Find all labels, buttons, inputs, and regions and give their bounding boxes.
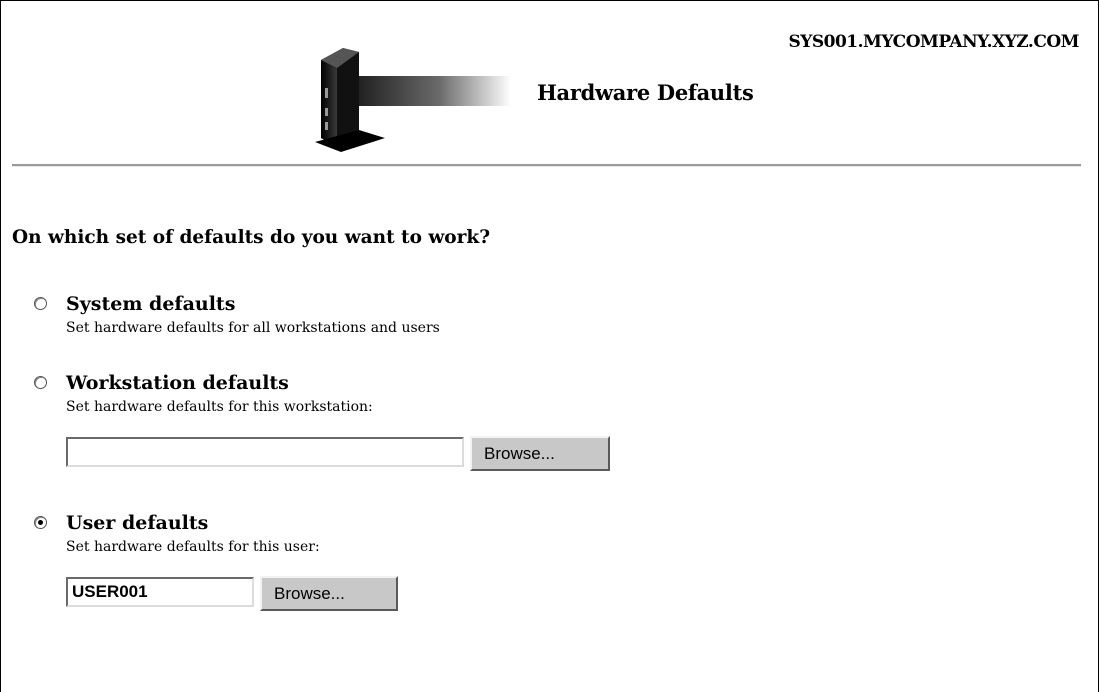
user-defaults-description: Set hardware defaults for this user: — [66, 539, 320, 555]
workstation-defaults-description: Set hardware defaults for this workstati… — [66, 399, 373, 415]
workstation-name-field[interactable] — [66, 437, 464, 467]
system-defaults-radio[interactable] — [34, 297, 47, 310]
user-browse-button[interactable]: Browse... — [260, 576, 398, 611]
system-defaults-label[interactable]: System defaults — [66, 293, 235, 315]
user-name-field[interactable] — [66, 577, 254, 607]
header-divider — [12, 164, 1081, 167]
user-defaults-label[interactable]: User defaults — [66, 512, 208, 534]
workstation-defaults-label[interactable]: Workstation defaults — [66, 372, 289, 394]
workstation-defaults-radio[interactable] — [34, 376, 47, 389]
workstation-tower-icon — [315, 48, 511, 152]
defaults-question: On which set of defaults do you want to … — [12, 227, 491, 248]
server-hostname: SYS001.MYCOMPANY.XYZ.COM — [788, 32, 1079, 52]
user-defaults-radio[interactable] — [34, 516, 47, 529]
page-title: Hardware Defaults — [537, 80, 754, 105]
workstation-browse-button[interactable]: Browse... — [470, 436, 610, 471]
system-defaults-description: Set hardware defaults for all workstatio… — [66, 320, 440, 336]
